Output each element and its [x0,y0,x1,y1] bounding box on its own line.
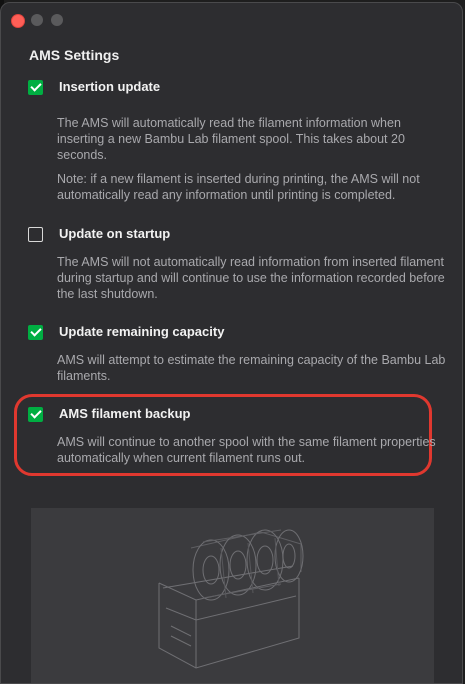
ams-preview-panel [31,508,434,683]
insertion-update-description: The AMS will automatically read the fila… [57,116,405,162]
update-on-startup-checkbox[interactable] [28,227,43,242]
insertion-update-note: Note: if a new filament is inserted duri… [57,172,420,202]
ams-filament-backup-label: AMS filament backup [59,406,191,421]
ams-settings-window: AMS Settings Insertion update The AMS wi… [0,2,463,684]
insertion-update-checkbox[interactable] [28,80,43,95]
maximize-window-button[interactable] [51,14,63,26]
ams-unit-illustration [158,529,304,669]
ams-filament-backup-checkbox[interactable] [28,407,43,422]
ams-filament-backup-description: AMS will continue to another spool with … [57,435,436,465]
title-bar [1,3,462,37]
insertion-update-label: Insertion update [59,79,161,94]
close-window-button[interactable] [11,14,25,28]
dialog-heading: AMS Settings [29,47,120,63]
update-on-startup-description: The AMS will not automatically read info… [57,255,445,301]
update-remaining-capacity-label: Update remaining capacity [59,324,225,339]
update-remaining-capacity-description: AMS will attempt to estimate the remaini… [57,353,446,383]
minimize-window-button[interactable] [31,14,43,26]
update-on-startup-label: Update on startup [59,226,171,241]
update-remaining-capacity-checkbox[interactable] [28,325,43,340]
